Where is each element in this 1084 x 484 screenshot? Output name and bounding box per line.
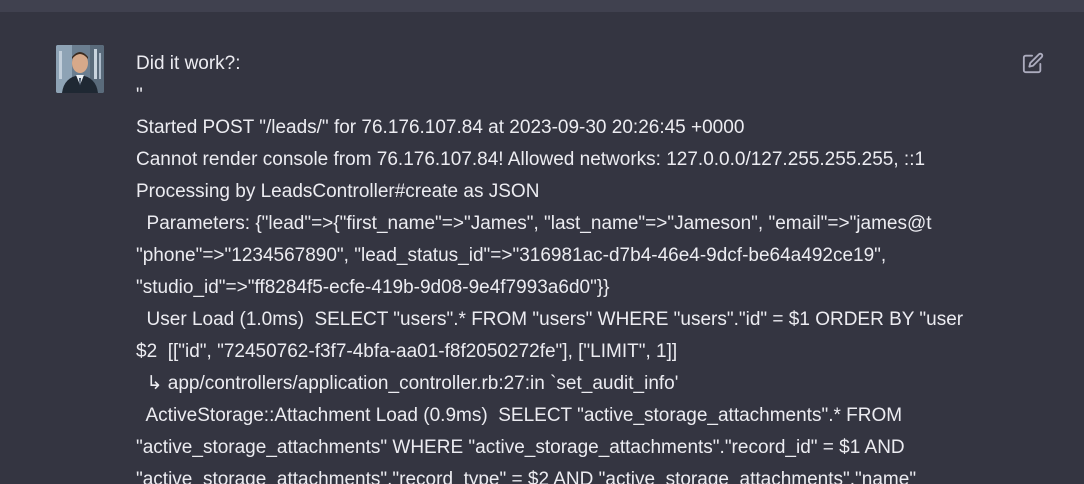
log-line: Started POST "/leads/" for 76.176.107.84… (136, 117, 745, 138)
log-line: "studio_id"=>"ff8284f5-ecfe-419b-9d08-9e… (136, 277, 610, 298)
log-line: "active_storage_attachments" WHERE "acti… (136, 437, 905, 458)
log-line: Cannot render console from 76.176.107.84… (136, 149, 926, 170)
log-line: "active_storage_attachments"."record_typ… (136, 469, 917, 484)
log-line: ActiveStorage::Attachment Load (0.9ms) S… (136, 405, 903, 426)
user-message: Did it work?: " Started POST "/leads/" f… (0, 12, 1084, 484)
message-line: " (136, 85, 143, 106)
message-line: Did it work?: (136, 53, 241, 74)
log-line: Processing by LeadsController#create as … (136, 181, 540, 202)
top-bar (0, 0, 1084, 12)
edit-message-button[interactable] (1020, 50, 1046, 76)
avatar (56, 45, 104, 93)
user-avatar-photo-icon (56, 45, 104, 93)
log-line: "phone"=>"1234567890", "lead_status_id"=… (136, 245, 887, 266)
message-content: Did it work?: " Started POST "/leads/" f… (136, 48, 1006, 484)
log-line: $2 [["id", "72450762-f3f7-4bfa-aa01-f8f2… (136, 341, 678, 362)
log-line: Parameters: {"lead"=>{"first_name"=>"Jam… (136, 213, 932, 234)
edit-icon (1022, 52, 1044, 74)
log-line: User Load (1.0ms) SELECT "users".* FROM … (136, 309, 964, 330)
log-line: ↳ app/controllers/application_controller… (136, 373, 679, 394)
